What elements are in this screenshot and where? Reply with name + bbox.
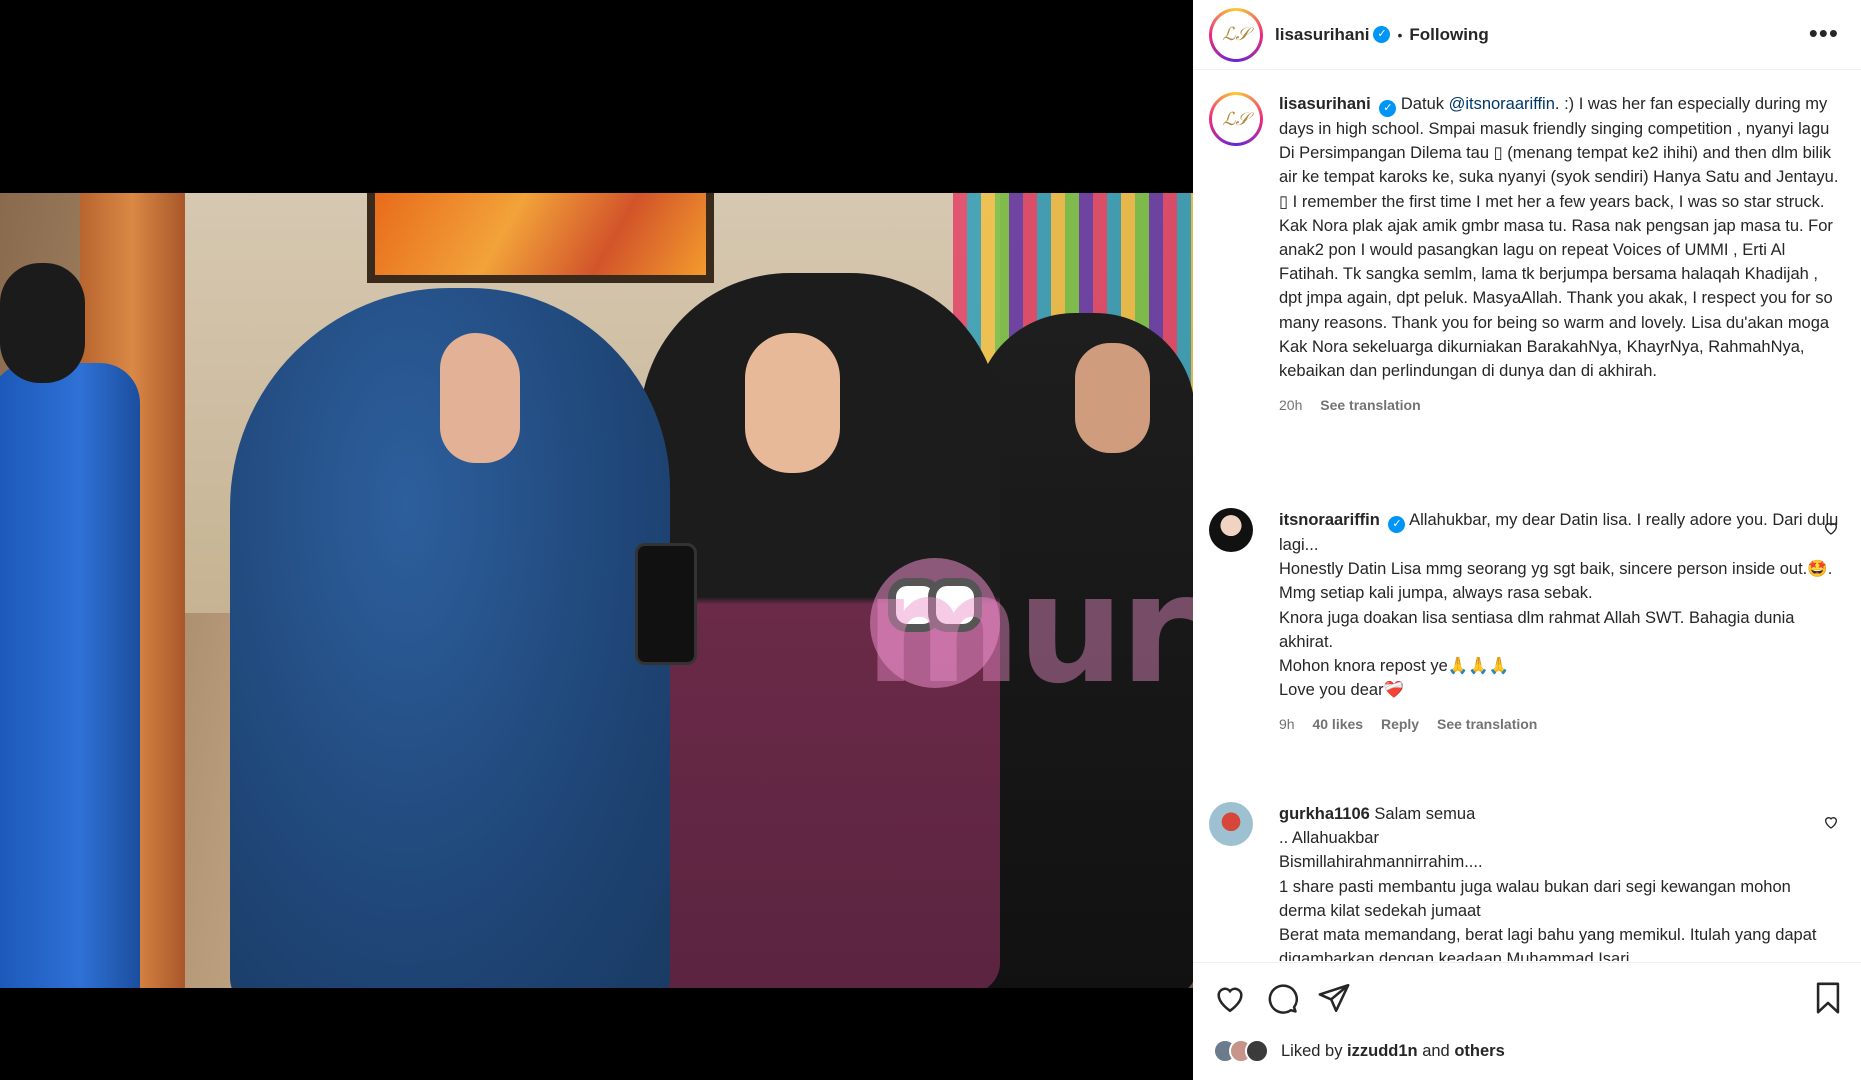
caption-avatar-logo: ℒ𝒮 bbox=[1212, 95, 1260, 143]
photo-phone bbox=[635, 543, 697, 665]
comment-username[interactable]: itsnoraariffin bbox=[1279, 511, 1380, 529]
verified-icon: ✓ bbox=[1373, 26, 1391, 43]
caption-text: . :) I was her fan especially during my … bbox=[1279, 95, 1839, 381]
comment-item: gurkha1106 Salam semua .. Allahuakbar Bi… bbox=[1209, 802, 1839, 961]
comment-line: Mmg setiap kali jumpa, always rasa sebak… bbox=[1279, 584, 1593, 603]
more-icon[interactable]: ••• bbox=[1809, 18, 1839, 49]
heart-icon[interactable] bbox=[1213, 981, 1247, 1015]
comment-icon[interactable] bbox=[1265, 981, 1299, 1015]
verified-icon: ✓ bbox=[1388, 516, 1406, 533]
comment-likes[interactable]: 40 likes bbox=[1312, 716, 1363, 732]
verified-icon: ✓ bbox=[1379, 100, 1397, 117]
post-panel: ℒ𝒮 lisasurihani ✓ • Following ••• ℒ𝒮 lis… bbox=[1193, 0, 1861, 1080]
comment-username[interactable]: gurkha1106 bbox=[1279, 805, 1370, 823]
liker-avatar[interactable] bbox=[1245, 1039, 1269, 1063]
caption-time[interactable]: 20h bbox=[1279, 397, 1302, 413]
following-button[interactable]: Following bbox=[1409, 25, 1488, 45]
comment-like-heart-icon[interactable] bbox=[1823, 814, 1839, 830]
liked-by: Liked by izzudd1n and others bbox=[1213, 1039, 1505, 1063]
caption-avatar[interactable]: ℒ𝒮 bbox=[1209, 92, 1263, 146]
post-media[interactable]: mural bbox=[0, 0, 1193, 1080]
liked-by-middle: and bbox=[1417, 1041, 1455, 1060]
caption-username[interactable]: lisasurihani bbox=[1279, 95, 1371, 113]
photo-painting bbox=[367, 193, 714, 283]
liked-by-others[interactable]: others bbox=[1454, 1042, 1504, 1060]
comment-line: Mohon knora repost ye🙏🙏🙏 bbox=[1279, 657, 1510, 676]
photo-person-right-face bbox=[1075, 343, 1150, 453]
bookmark-icon[interactable] bbox=[1813, 981, 1843, 1015]
post-actions: Liked by izzudd1n and others bbox=[1193, 962, 1861, 1080]
comment-line: 1 share pasti membantu juga walau bukan … bbox=[1279, 877, 1791, 920]
commenter-avatar[interactable] bbox=[1209, 508, 1253, 552]
watermark-text: mural bbox=[865, 543, 1193, 717]
author-username[interactable]: lisasurihani bbox=[1275, 25, 1369, 45]
photo-person-blue-face bbox=[440, 333, 520, 463]
comment-line: Bismillahirahmannirrahim.... bbox=[1279, 853, 1483, 872]
comment-like-heart-icon[interactable] bbox=[1823, 520, 1839, 536]
comment-see-translation[interactable]: See translation bbox=[1437, 716, 1537, 732]
comment-line: Honestly Datin Lisa mmg seorang yg sgt b… bbox=[1279, 560, 1833, 579]
liked-by-user[interactable]: izzudd1n bbox=[1347, 1042, 1418, 1060]
caption-prefix: Datuk bbox=[1400, 95, 1449, 113]
caption-mention[interactable]: @itsnoraariffin bbox=[1449, 95, 1555, 113]
author-avatar[interactable]: ℒ𝒮 bbox=[1209, 7, 1263, 62]
post-photo[interactable]: mural bbox=[0, 193, 1193, 988]
liked-by-prefix: Liked by bbox=[1281, 1041, 1348, 1060]
comment-line: Knora juga doakan lisa sentiasa dlm rahm… bbox=[1279, 608, 1795, 651]
comment-line: Berat mata memandang, berat lagi bahu ya… bbox=[1279, 926, 1817, 961]
post-header: ℒ𝒮 lisasurihani ✓ • Following ••• bbox=[1193, 0, 1861, 70]
comments-list[interactable]: ℒ𝒮 lisasurihani ✓ Datuk @itsnoraariffin.… bbox=[1193, 86, 1861, 961]
photo-person-left bbox=[0, 363, 140, 988]
comment-line: Love you dear❤️‍🩹 bbox=[1279, 681, 1405, 700]
caption-see-translation[interactable]: See translation bbox=[1320, 397, 1420, 413]
comment-line: .. Allahuakbar bbox=[1279, 829, 1379, 848]
separator-dot: • bbox=[1397, 26, 1403, 43]
comment-item: itsnoraariffin ✓ Allahukbar, my dear Dat… bbox=[1209, 508, 1839, 737]
comment-reply-button[interactable]: Reply bbox=[1381, 716, 1419, 732]
author-avatar-logo: ℒ𝒮 bbox=[1212, 10, 1260, 59]
photo-person-left-head bbox=[0, 263, 85, 383]
caption-comment: ℒ𝒮 lisasurihani ✓ Datuk @itsnoraariffin.… bbox=[1209, 92, 1839, 417]
comment-line: Salam semua bbox=[1374, 805, 1476, 823]
commenter-avatar[interactable] bbox=[1209, 802, 1253, 846]
comment-time[interactable]: 9h bbox=[1279, 716, 1295, 732]
share-icon[interactable] bbox=[1317, 981, 1351, 1015]
photo-person-center-face bbox=[745, 333, 840, 473]
